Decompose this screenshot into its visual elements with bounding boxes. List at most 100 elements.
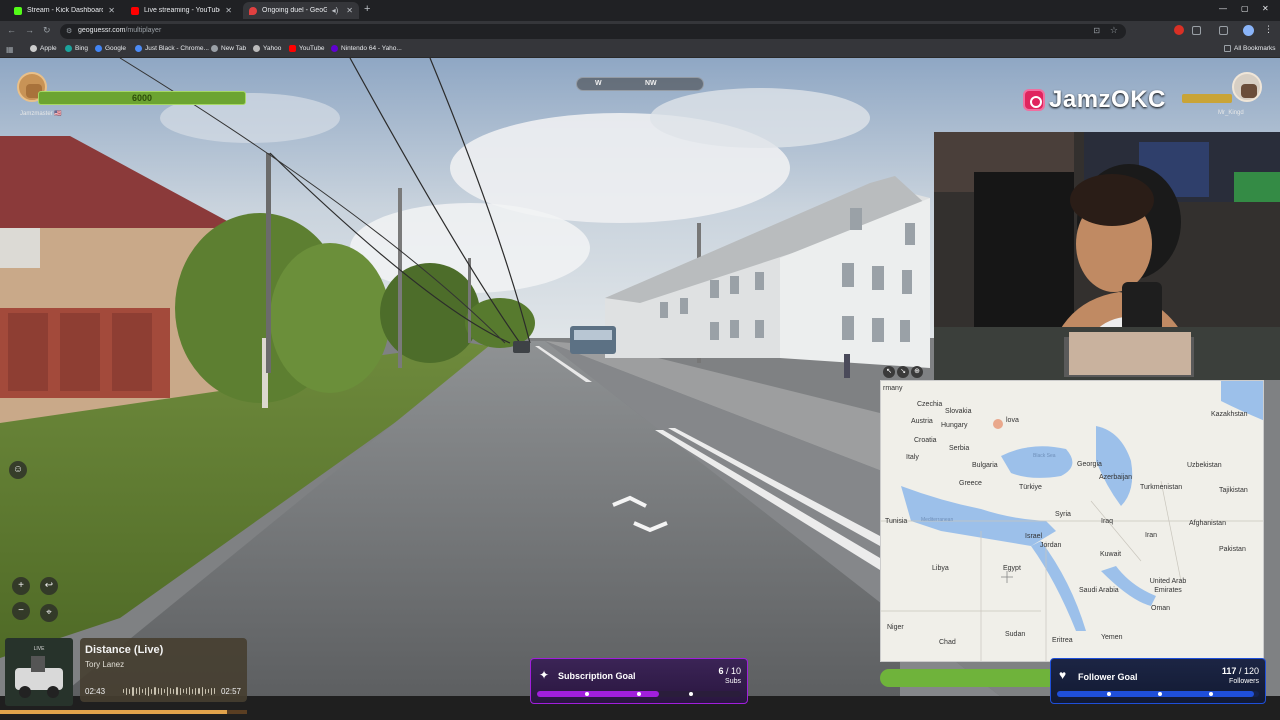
minimize-icon[interactable]: —: [1219, 4, 1227, 13]
opponent-name: Mr_Kingd: [1218, 110, 1244, 116]
map-label: Niger: [887, 624, 904, 631]
bookmark-bing[interactable]: Bing: [65, 45, 88, 52]
tab-geoguessr[interactable]: Ongoing duel - GeoGuessr ◂) ✕: [243, 2, 359, 19]
opponent-health-bar: [1182, 94, 1232, 103]
close-tab-icon[interactable]: ✕: [108, 6, 115, 15]
forward-icon[interactable]: →: [25, 25, 34, 35]
profile-avatar[interactable]: [1243, 25, 1254, 36]
all-bookmarks-label: All Bookmarks: [1234, 45, 1276, 52]
compass-label: NW: [645, 80, 657, 87]
subscription-goal-progress: [537, 691, 741, 697]
star-badge-icon: ✦: [539, 668, 550, 682]
subscription-goal-title: Subscription Goal: [558, 671, 636, 681]
waveform-bar: [192, 688, 194, 694]
tab-youtube-studio[interactable]: Live streaming - YouTube Studio ✕: [125, 2, 238, 19]
emote-icon[interactable]: ☺: [9, 461, 27, 479]
waveform-bar: [185, 688, 187, 694]
youtube-icon: [289, 45, 296, 52]
follower-goal-target: 120: [1243, 666, 1259, 676]
close-tab-icon[interactable]: ✕: [225, 6, 232, 15]
bookmark-yahoo[interactable]: Yahoo: [253, 45, 281, 52]
map-label: Serbia: [949, 445, 970, 452]
reload-icon[interactable]: ↻: [43, 25, 51, 36]
bookmark-just-black[interactable]: Just Black - Chrome...: [135, 45, 209, 52]
follower-goal-title: Follower Goal: [1078, 672, 1138, 682]
waveform-bar: [132, 686, 134, 696]
subscription-goal: ✦ Subscription Goal 6 / 10 Subs: [530, 658, 748, 704]
follower-goal-count: 117 / 120: [1221, 666, 1259, 676]
map-pin-icon[interactable]: ⊕: [911, 366, 923, 378]
map-label: Turkmenistan: [1140, 484, 1183, 491]
map-label: Italy: [906, 454, 919, 461]
map-label: Chad: [939, 639, 956, 646]
map-sea-label: Black Sea: [1033, 453, 1056, 459]
follower-goal-fill: [1057, 691, 1254, 697]
bookmark-star-icon[interactable]: ☆: [1110, 25, 1118, 36]
waveform-bar: [126, 687, 128, 695]
map-label: Oman: [1151, 605, 1171, 612]
extension-record-icon[interactable]: [1174, 25, 1184, 35]
bookmark-google[interactable]: Google: [95, 45, 126, 52]
yahoo-icon: [331, 45, 338, 52]
waveform-bar: [141, 689, 143, 693]
all-bookmarks[interactable]: All Bookmarks: [1224, 45, 1276, 52]
tab-label: Stream - Kick Dashboard: [27, 7, 104, 14]
follower-goal-current: 117: [1221, 666, 1237, 676]
map-expand-icon[interactable]: ↘: [897, 366, 909, 378]
waveform-bar: [198, 688, 200, 694]
google-icon: [95, 45, 102, 52]
zoom-in-icon[interactable]: +: [12, 577, 30, 595]
playback-times: 02:43 02:57: [80, 682, 247, 700]
waveform-icon: [123, 686, 216, 696]
youtube-favicon-icon: [131, 6, 139, 15]
map-shrink-icon[interactable]: ↖: [883, 366, 895, 378]
bookmark-youtube[interactable]: YouTube: [289, 45, 325, 52]
close-tab-icon[interactable]: ✕: [346, 6, 353, 15]
new-tab-icon[interactable]: +: [364, 3, 370, 15]
map-label: Iran: [1145, 532, 1158, 539]
follower-goal-unit: Followers: [1229, 678, 1259, 685]
milestone-dot: [1158, 692, 1162, 696]
address-bar[interactable]: ⚙ geoguessr.com/multiplayer ⊡ ☆: [60, 24, 1126, 39]
follower-goal-progress: [1057, 691, 1259, 697]
waveform-bar: [176, 687, 178, 695]
guess-map[interactable]: rmany Czechia Slovakia Austria Hungary l…: [880, 380, 1264, 662]
map-label: Eritrea: [1052, 637, 1073, 644]
browser-tab-bar: Stream - Kick Dashboard ✕ Live streaming…: [0, 0, 1280, 21]
site-info-icon[interactable]: ⚙: [66, 27, 72, 35]
bookmark-new-tab[interactable]: New Tab: [211, 45, 246, 52]
back-icon[interactable]: ←: [7, 25, 16, 35]
bookmark-label: Google: [105, 45, 126, 52]
set-checkpoint-icon[interactable]: ⌖: [40, 604, 58, 622]
maximize-icon[interactable]: ▢: [1241, 4, 1249, 13]
map-label: Iraq: [1101, 518, 1114, 525]
folder-icon: [1224, 45, 1231, 52]
close-window-icon[interactable]: ✕: [1262, 4, 1269, 13]
side-panel-icon[interactable]: [1219, 26, 1228, 35]
guess-button[interactable]: [880, 669, 1060, 687]
bookmark-label: Just Black - Chrome...: [145, 45, 209, 52]
return-to-start-icon[interactable]: ↩: [40, 577, 58, 595]
waveform-bar: [201, 686, 203, 696]
speaker-icon[interactable]: ◂): [332, 6, 339, 15]
channel-brand: JamzOKC: [1023, 86, 1166, 114]
bookmark-apple[interactable]: Apple: [30, 45, 57, 52]
bookmark-label: New Tab: [221, 45, 247, 52]
waveform-bar: [207, 689, 209, 693]
apps-grid-icon[interactable]: ▦: [6, 45, 14, 54]
extensions-icon[interactable]: [1192, 26, 1201, 35]
zoom-out-icon[interactable]: −: [12, 602, 30, 620]
milestone-dot: [689, 692, 693, 696]
menu-kebab-icon[interactable]: ⋮: [1264, 24, 1273, 35]
map-label: Yemen: [1101, 634, 1123, 641]
bookmark-nintendo[interactable]: Nintendo 64 - Yaho...: [331, 45, 402, 52]
install-app-icon[interactable]: ⊡: [1093, 26, 1100, 35]
map-label: Libya: [932, 565, 949, 572]
tab-kick-dashboard[interactable]: Stream - Kick Dashboard ✕: [8, 2, 121, 19]
now-playing-widget: LIVE Distance (Live) Tory Lanez 02:43 02…: [5, 638, 247, 706]
player-health-value: 6000: [131, 93, 153, 103]
milestone-dot: [637, 692, 641, 696]
map-label: Tunisia: [885, 518, 908, 525]
waveform-bar: [195, 687, 197, 695]
milestone-dot: [585, 692, 589, 696]
